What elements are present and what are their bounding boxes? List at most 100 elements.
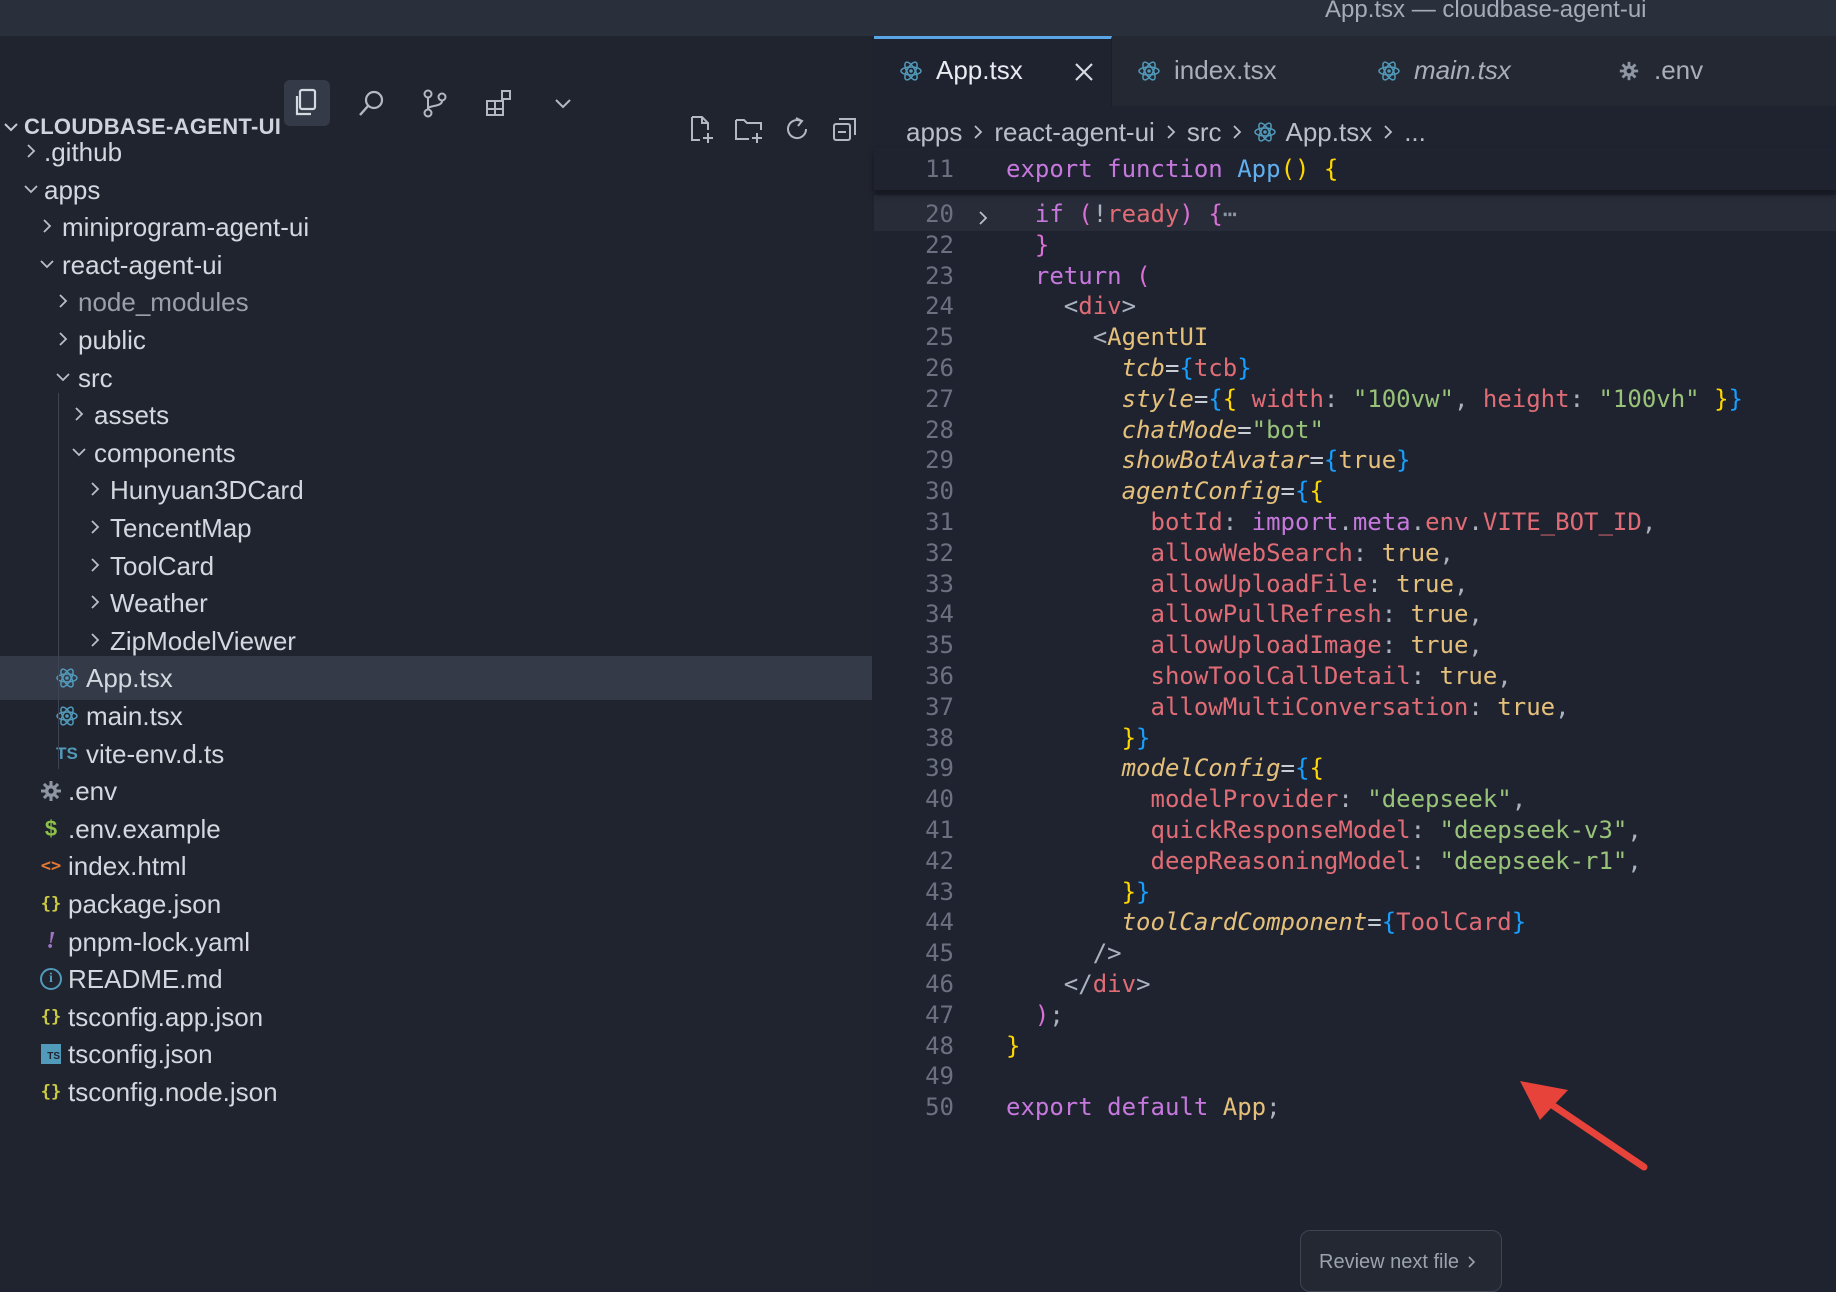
files-icon[interactable] <box>284 80 330 126</box>
code-token: : <box>1338 785 1368 814</box>
code-area[interactable]: 20 if (!ready) {⋯ 22 } 23 return (24 <div>… <box>874 36 1836 1288</box>
code-token: allowUploadImage <box>1150 631 1382 660</box>
line-number: 36 <box>925 662 954 690</box>
tree-item-label: README.md <box>68 964 223 995</box>
chevron-down-icon[interactable] <box>38 255 56 278</box>
line-number: 46 <box>925 970 954 998</box>
chevron-right-icon[interactable] <box>86 480 104 503</box>
source-control-icon[interactable] <box>412 80 458 126</box>
code-token: } <box>1034 230 1050 259</box>
chevron-right-icon[interactable] <box>86 518 104 541</box>
chevron-right-icon[interactable] <box>86 593 104 616</box>
code-token: allowPullRefresh <box>1150 600 1382 629</box>
search-icon[interactable] <box>348 80 394 126</box>
code-token: : <box>1367 569 1397 598</box>
code-token: showBotAvatar <box>1121 446 1310 475</box>
code-token: ; <box>1049 1000 1064 1029</box>
more-chevron-icon[interactable] <box>540 80 586 126</box>
review-next-file-label: Review next file <box>1319 1251 1460 1273</box>
code-token: "deepseek" <box>1367 785 1512 814</box>
code-token: : <box>1410 816 1440 844</box>
code-token: /> <box>1092 939 1122 968</box>
code-token: < <box>1092 323 1108 352</box>
code-token: { <box>1309 754 1324 783</box>
code-line[interactable]: 50 export default App; <box>874 1088 1836 1124</box>
code-token: : <box>1410 846 1440 875</box>
code-token: tcb <box>1121 354 1165 382</box>
code-token: = <box>1367 908 1382 937</box>
tree-item-label: public <box>78 325 146 355</box>
code-text: /> <box>1006 939 1122 967</box>
code-token: import <box>1251 508 1339 536</box>
code-text: tcb={tcb} <box>1006 354 1252 382</box>
sticky-scroll-header[interactable]: 11 export function App() { <box>874 148 1836 190</box>
chevron-down-icon[interactable] <box>22 180 40 203</box>
code-token: { <box>1323 446 1339 475</box>
line-number: 30 <box>925 477 954 506</box>
line-number: 22 <box>925 230 954 259</box>
code-token: { <box>1208 384 1223 413</box>
chevron-right-icon[interactable] <box>86 556 104 579</box>
chevron-right-icon[interactable] <box>54 292 72 315</box>
code-token: () <box>1280 155 1310 183</box>
json-icon: {} <box>40 1082 62 1102</box>
code-text: allowUploadFile: true, <box>1006 569 1469 598</box>
review-next-file-button[interactable]: Review next file <box>1300 1230 1502 1292</box>
json-icon: {} <box>40 894 62 914</box>
code-token: if <box>1034 200 1064 228</box>
chevron-down-icon[interactable] <box>54 368 72 391</box>
code-token: < <box>1063 292 1079 321</box>
code-token: { <box>1295 754 1310 783</box>
line-number: 44 <box>925 908 954 937</box>
chevron-right-icon[interactable] <box>86 631 104 654</box>
tree-item-label: ZipModelViewer <box>110 625 296 656</box>
line-number: 23 <box>925 261 954 290</box>
indent-guide <box>58 393 59 770</box>
code-token: . <box>1338 508 1353 536</box>
extensions-icon[interactable] <box>476 80 522 126</box>
code-token: "deepseek-v3" <box>1439 816 1628 844</box>
tree-item-label: .github <box>44 137 123 167</box>
line-number: 35 <box>925 631 954 660</box>
chevron-right-icon[interactable] <box>22 142 40 165</box>
code-token: { <box>1179 354 1194 382</box>
code-text: }} <box>1006 878 1151 906</box>
tree-item-label: Hunyuan3DCard <box>110 475 304 506</box>
code-token: { <box>1222 384 1238 413</box>
code-token: } <box>1121 877 1137 906</box>
tree-file[interactable]: {} tsconfig.node.json <box>0 1070 872 1114</box>
tree-item-label: Weather <box>110 588 208 619</box>
code-token: style <box>1121 384 1194 413</box>
code-text: showToolCallDetail: true, <box>1006 662 1512 690</box>
code-text: deepReasoningModel: "deepseek-r1", <box>1006 847 1642 875</box>
chevron-right-icon[interactable] <box>38 217 56 240</box>
code-text: modelConfig={{ <box>1006 754 1324 782</box>
code-token: "bot" <box>1251 415 1324 444</box>
chevron-down-icon[interactable] <box>70 443 88 466</box>
code-token: ToolCard <box>1396 908 1512 937</box>
code-token: { <box>1381 908 1397 937</box>
chevron-right-icon[interactable] <box>54 330 72 353</box>
line-number: 33 <box>925 569 954 598</box>
code-token: </ <box>1063 970 1093 998</box>
chevron-right-icon[interactable] <box>70 405 88 428</box>
tree-item-label: tsconfig.node.json <box>68 1077 278 1107</box>
line-number: 27 <box>925 384 954 413</box>
html-icon: <> <box>40 856 62 877</box>
line-number: 34 <box>925 600 954 629</box>
code-token: : <box>1222 508 1252 536</box>
tree-item-label: components <box>94 437 236 468</box>
